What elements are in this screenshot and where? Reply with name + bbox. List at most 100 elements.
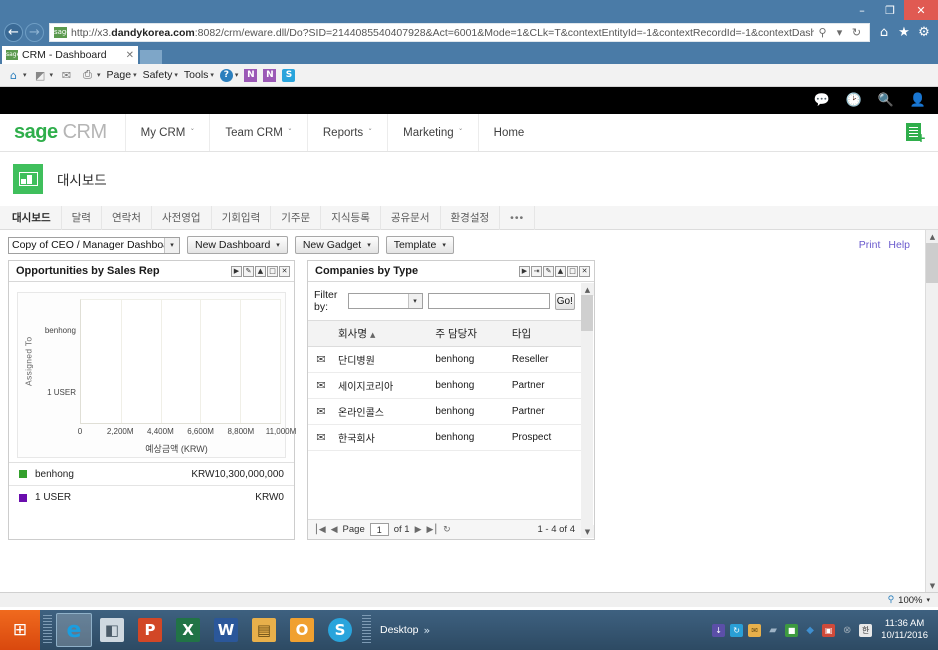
tab-presales[interactable]: 사전영업 bbox=[152, 205, 212, 230]
chevron-down-icon[interactable]: ▾ bbox=[164, 237, 179, 253]
new-document-icon[interactable]: + bbox=[906, 122, 926, 144]
tab-more[interactable]: ••• bbox=[500, 205, 536, 230]
taskbar-app-powerpoint[interactable]: P bbox=[132, 613, 168, 647]
go-button[interactable]: Go! bbox=[554, 292, 575, 310]
gadget-close-icon[interactable]: ✕ bbox=[579, 265, 590, 277]
home-icon[interactable]: ⌂ bbox=[874, 23, 894, 42]
command-read-mail[interactable]: ✉ bbox=[57, 66, 76, 85]
clock-icon[interactable]: 🕑 bbox=[846, 93, 862, 109]
command-home[interactable]: ⌂ ▾ bbox=[4, 66, 29, 85]
gadget-collapse-icon[interactable]: ▲ bbox=[255, 265, 266, 277]
gear-icon[interactable]: ⚙ bbox=[914, 23, 934, 42]
table-row[interactable]: ✉ 온라인콜스 benhong Partner bbox=[308, 398, 581, 425]
gadget-run-icon[interactable]: ▶ bbox=[231, 265, 242, 277]
tab-dashboard[interactable]: 대시보드 bbox=[2, 205, 62, 230]
chat-icon[interactable]: 💬 bbox=[814, 93, 830, 109]
taskbar-app-file-explorer[interactable]: ▤ bbox=[246, 613, 282, 647]
taskbar-drag-handle[interactable] bbox=[43, 615, 52, 645]
taskbar-app-skype[interactable]: S bbox=[322, 613, 358, 647]
tray-mail-icon[interactable]: ✉ bbox=[748, 623, 762, 637]
scroll-up-icon[interactable]: ▲ bbox=[926, 230, 938, 243]
command-evernote-clip[interactable]: N bbox=[242, 66, 259, 85]
forward-button[interactable]: → bbox=[25, 23, 44, 42]
table-row[interactable]: ✉ 단디병원 benhong Reseller bbox=[308, 346, 581, 373]
table-header-owner[interactable]: 주 담당자 bbox=[431, 320, 508, 347]
table-header-company[interactable]: 회사명 ▲ bbox=[334, 320, 432, 347]
scroll-down-icon[interactable]: ▼ bbox=[926, 579, 938, 592]
tab-close-icon[interactable]: ✕ bbox=[126, 50, 134, 61]
taskbar-app-excel[interactable]: X bbox=[170, 613, 206, 647]
gadget-close-icon[interactable]: ✕ bbox=[279, 265, 290, 277]
browser-tab-crm-dashboard[interactable]: sage CRM - Dashboard ✕ bbox=[2, 46, 138, 64]
favorites-star-icon[interactable]: ★ bbox=[894, 23, 914, 42]
nav-item-marketing[interactable]: Marketing ˇ bbox=[387, 114, 478, 151]
tray-disk-icon[interactable]: ■ bbox=[785, 623, 799, 637]
tray-shield-icon[interactable]: ◆ bbox=[803, 623, 817, 637]
cell-company[interactable]: 한국회사 bbox=[334, 424, 432, 451]
command-help[interactable]: ? ▾ bbox=[218, 66, 241, 85]
row-mail-cell[interactable]: ✉ bbox=[308, 346, 334, 373]
legend-item[interactable]: benhong KRW10,300,000,000 bbox=[9, 463, 294, 486]
row-mail-cell[interactable]: ✉ bbox=[308, 372, 334, 399]
taskbar-app-sticky-notes[interactable]: ◧ bbox=[94, 613, 130, 647]
nav-item-my-crm[interactable]: My CRM ˇ bbox=[124, 114, 210, 151]
scroll-thumb[interactable] bbox=[581, 295, 593, 331]
tab-knowledge[interactable]: 지식등록 bbox=[321, 205, 381, 230]
cell-company[interactable]: 온라인콜스 bbox=[334, 398, 432, 425]
cell-company[interactable]: 단디병원 bbox=[334, 346, 432, 373]
chevron-right-icon[interactable]: » bbox=[424, 624, 431, 637]
sage-crm-logo[interactable]: sage CRM bbox=[0, 114, 125, 151]
taskbar-toolbar-handle[interactable] bbox=[362, 615, 371, 645]
window-minimize-button[interactable]: – bbox=[848, 0, 876, 20]
start-button[interactable]: ⊞ bbox=[0, 610, 40, 650]
table-row[interactable]: ✉ 한국회사 benhong Prospect bbox=[308, 424, 581, 451]
tab-settings[interactable]: 환경설정 bbox=[441, 205, 501, 230]
pager-page-input[interactable]: 1 bbox=[369, 523, 389, 536]
window-restore-button[interactable]: ❐ bbox=[876, 0, 904, 20]
cell-company[interactable]: 세이지코리아 bbox=[334, 372, 432, 399]
chevron-down-icon[interactable]: ▾ bbox=[407, 294, 422, 308]
user-icon[interactable]: 👤 bbox=[910, 93, 926, 109]
help-link[interactable]: Help bbox=[888, 239, 910, 251]
chevron-down-icon[interactable]: ▾ bbox=[926, 596, 930, 604]
mail-icon[interactable]: ✉ bbox=[316, 379, 325, 392]
tab-contacts[interactable]: 연락처 bbox=[102, 205, 152, 230]
legend-item[interactable]: 1 USER KRW0 bbox=[9, 486, 294, 509]
new-dashboard-button[interactable]: New Dashboard ▾ bbox=[187, 236, 288, 254]
url-input[interactable]: sage http://x3.dandykorea.com:8082/crm/e… bbox=[49, 23, 870, 42]
command-print[interactable]: ⎙ ▾ bbox=[78, 66, 103, 85]
scroll-down-icon[interactable]: ▼ bbox=[581, 525, 594, 538]
taskbar-app-internet-explorer[interactable]: e bbox=[56, 613, 92, 647]
tab-opportunity-entry[interactable]: 기회입력 bbox=[212, 205, 272, 230]
zoom-level-label[interactable]: 100% bbox=[898, 595, 922, 606]
new-gadget-button[interactable]: New Gadget ▾ bbox=[294, 236, 379, 254]
filter-text-input[interactable] bbox=[427, 293, 550, 309]
page-vertical-scrollbar[interactable]: ▲ ▼ bbox=[925, 230, 938, 592]
gadget-edit-icon[interactable]: ✎ bbox=[543, 265, 554, 277]
gadget-run-icon[interactable]: ▶ bbox=[519, 265, 530, 277]
gadget-edit-icon[interactable]: ✎ bbox=[243, 265, 254, 277]
taskbar-app-outlook[interactable]: O bbox=[284, 613, 320, 647]
tab-orders[interactable]: 기주문 bbox=[271, 205, 322, 230]
scroll-thumb[interactable] bbox=[926, 243, 938, 283]
tray-network-icon[interactable]: ▰ bbox=[766, 623, 780, 637]
chevron-down-icon[interactable]: ▾ bbox=[831, 24, 848, 41]
nav-item-home[interactable]: Home bbox=[477, 114, 540, 151]
tab-shared-documents[interactable]: 공유문서 bbox=[381, 205, 441, 230]
command-page[interactable]: Page ▾ bbox=[105, 66, 139, 85]
new-tab-button[interactable] bbox=[140, 50, 162, 64]
row-mail-cell[interactable]: ✉ bbox=[308, 398, 334, 425]
pager-first-icon[interactable]: ⎮◀ bbox=[314, 525, 326, 535]
tray-close-icon[interactable]: ⊗ bbox=[840, 623, 854, 637]
pager-last-icon[interactable]: ▶⎮ bbox=[427, 525, 439, 535]
tray-sync-icon[interactable]: ↻ bbox=[730, 623, 744, 637]
pager-prev-icon[interactable]: ◀ bbox=[331, 525, 338, 535]
table-row[interactable]: ✉ 세이지코리아 benhong Partner bbox=[308, 372, 581, 399]
tray-display-icon[interactable]: ▣ bbox=[822, 623, 836, 637]
command-skype[interactable]: S bbox=[280, 66, 297, 85]
gadget-maximize-icon[interactable]: □ bbox=[567, 265, 578, 277]
tab-calendar[interactable]: 달력 bbox=[62, 205, 102, 230]
command-safety[interactable]: Safety ▾ bbox=[141, 66, 180, 85]
gadget-collapse-icon[interactable]: ▲ bbox=[555, 265, 566, 277]
nav-item-team-crm[interactable]: Team CRM ˇ bbox=[209, 114, 307, 151]
